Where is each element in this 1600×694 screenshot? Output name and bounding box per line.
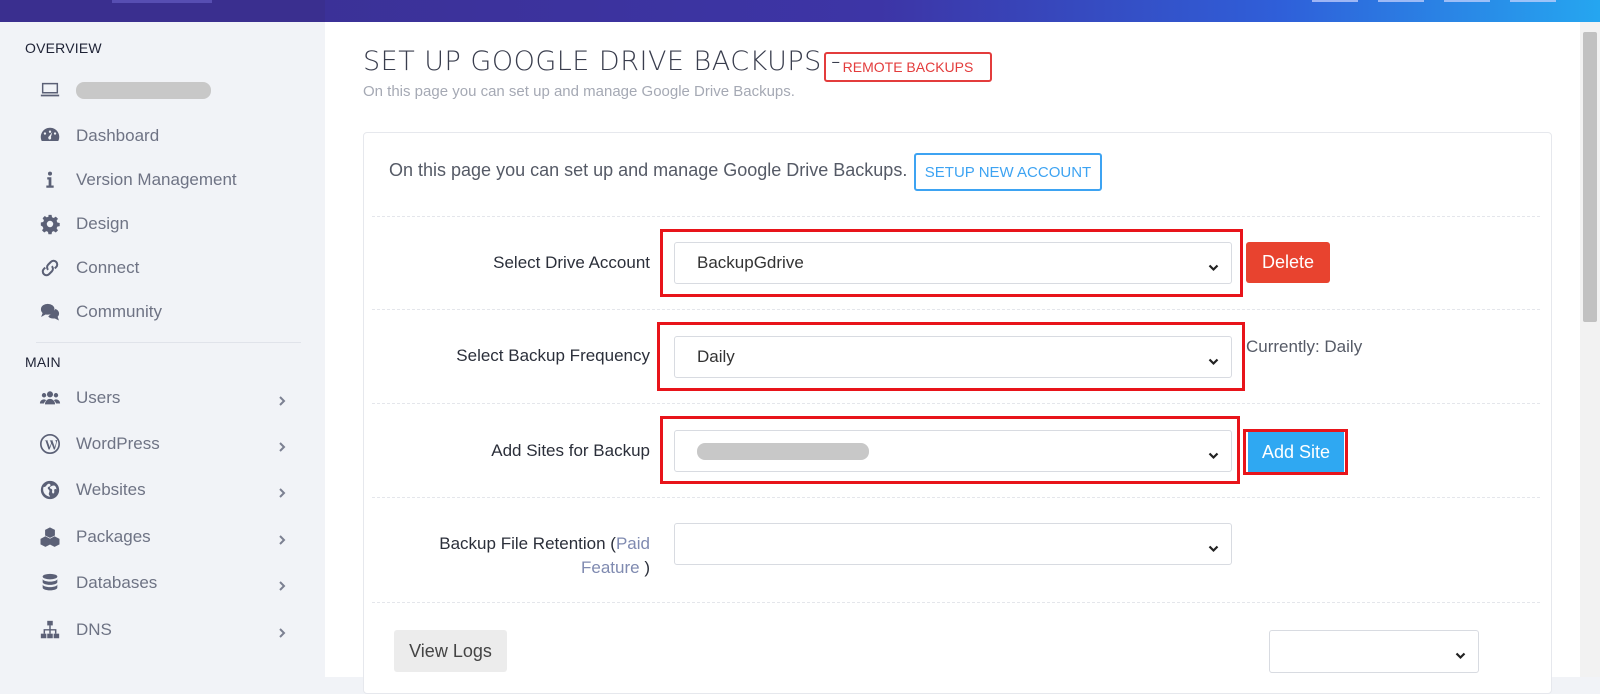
drive-account-label: Select Drive Account: [493, 253, 650, 272]
retention-label-suffix: ): [639, 558, 650, 577]
page-subtitle: On this page you can set up and manage G…: [363, 83, 795, 100]
dashboard-icon: [36, 125, 64, 147]
chevron-right-icon: [276, 438, 288, 452]
retention-label-prefix: Backup File Retention (: [439, 534, 616, 553]
sidebar-item-websites[interactable]: Websites: [36, 474, 288, 506]
sidebar-item-label: DNS: [76, 620, 112, 639]
chevron-down-icon: [1455, 646, 1466, 660]
row-divider: [372, 403, 1540, 404]
logs-filter-select[interactable]: [1269, 630, 1479, 673]
current-frequency-text: Currently: Daily: [1246, 337, 1363, 356]
scrollbar-thumb[interactable]: [1583, 32, 1597, 322]
top-nav-item[interactable]: [1444, 0, 1490, 2]
sidebar-item-label: Community: [76, 302, 162, 321]
sidebar-item-label: Dashboard: [76, 126, 160, 145]
gear-icon: [36, 213, 64, 235]
sidebar-item-server[interactable]: [36, 74, 288, 106]
cubes-icon: [36, 526, 64, 548]
redacted-hostname: [76, 81, 211, 99]
sidebar-item-label: Connect: [76, 258, 140, 277]
sidebar-item-label: Design: [76, 214, 129, 233]
row-divider: [372, 497, 1540, 498]
globe-icon: [36, 479, 64, 501]
link-icon: [36, 257, 64, 279]
database-icon: [36, 572, 64, 594]
sidebar-item-label: Websites: [76, 480, 146, 499]
remote-backups-badge[interactable]: REMOTE BACKUPS: [824, 52, 992, 82]
top-navbar: [0, 0, 1600, 22]
delete-account-button[interactable]: Delete: [1246, 242, 1330, 283]
sidebar-heading-main: MAIN: [25, 354, 61, 370]
highlight-box: [660, 416, 1240, 484]
sidebar-item-dashboard[interactable]: Dashboard: [36, 120, 288, 152]
laptop-icon: [36, 79, 64, 101]
sidebar-item-label: Users: [76, 388, 121, 407]
page-scrollbar[interactable]: [1580, 22, 1600, 677]
chevron-right-icon: [276, 624, 288, 638]
row-divider: [372, 602, 1540, 603]
sidebar-item-label: WordPress: [76, 434, 160, 453]
highlight-box: [660, 229, 1243, 297]
sidebar-item-label: Packages: [76, 527, 151, 546]
retention-select[interactable]: [674, 523, 1232, 565]
sidebar-item-databases[interactable]: Databases: [36, 567, 288, 599]
chevron-down-icon: [1208, 539, 1219, 553]
sidebar-item-packages[interactable]: Packages: [36, 521, 288, 553]
sidebar-item-community[interactable]: Community: [36, 296, 288, 328]
top-nav-item[interactable]: [1378, 0, 1424, 2]
retention-label: Backup File Retention (Paid Feature ): [430, 532, 650, 580]
view-logs-button[interactable]: View Logs: [394, 630, 507, 672]
chevron-right-icon: [276, 484, 288, 498]
chevron-right-icon: [276, 392, 288, 406]
sidebar-divider: [36, 342, 301, 343]
comments-icon: [36, 301, 64, 323]
logo-tagline: [112, 0, 212, 3]
sidebar-item-label: Version Management: [76, 170, 237, 189]
sidebar-item-connect[interactable]: Connect: [36, 252, 288, 284]
backup-frequency-label: Select Backup Frequency: [456, 346, 650, 365]
row-divider: [372, 309, 1540, 310]
top-nav-item[interactable]: [1510, 0, 1556, 2]
wordpress-icon: [36, 433, 64, 455]
chevron-right-icon: [276, 531, 288, 545]
sidebar-item-design[interactable]: Design: [36, 208, 288, 240]
sitemap-icon: [36, 619, 64, 641]
row-divider: [372, 216, 1540, 217]
add-sites-label: Add Sites for Backup: [491, 441, 650, 460]
sidebar-item-label: Databases: [76, 573, 158, 592]
sidebar-item-version-management[interactable]: Version Management: [36, 164, 288, 196]
sidebar-item-wordpress[interactable]: WordPress: [36, 428, 288, 460]
info-icon: [36, 169, 64, 191]
highlight-box: [1243, 429, 1348, 475]
chevron-right-icon: [276, 577, 288, 591]
highlight-box: [657, 322, 1245, 391]
users-icon: [36, 387, 64, 409]
page-title: SET UP GOOGLE DRIVE BACKUPS -: [363, 46, 842, 77]
setup-new-account-button[interactable]: SETUP NEW ACCOUNT: [914, 153, 1102, 191]
top-nav-item[interactable]: [1312, 0, 1358, 2]
sidebar-heading-overview: OVERVIEW: [25, 40, 102, 56]
logo-area: [0, 0, 325, 22]
sidebar-item-dns[interactable]: DNS: [36, 614, 288, 646]
card-intro-text: On this page you can set up and manage G…: [389, 160, 908, 180]
sidebar-item-users[interactable]: Users: [36, 382, 288, 414]
